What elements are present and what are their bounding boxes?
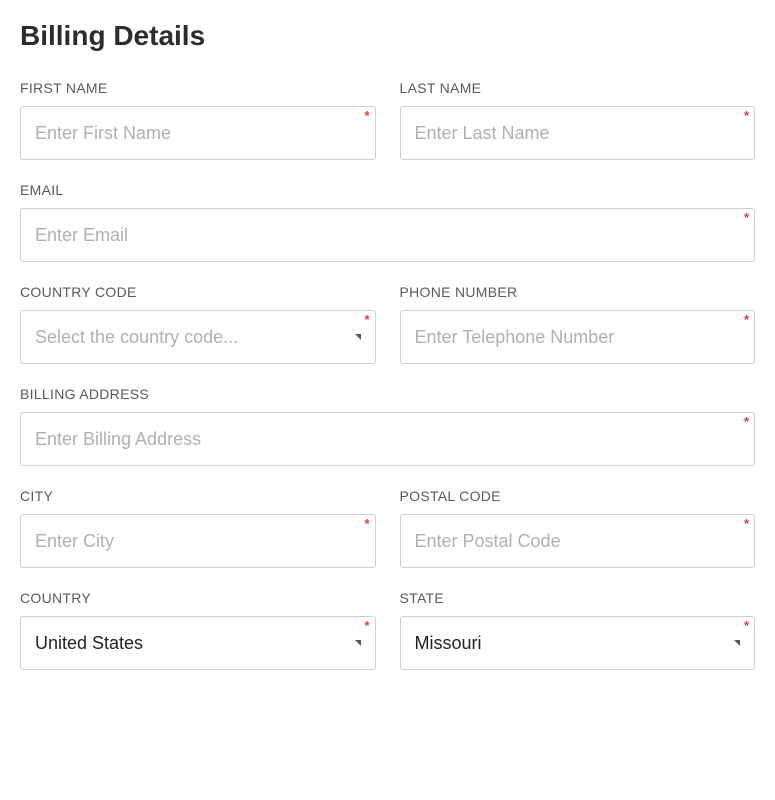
billing-address-field: BILLING ADDRESS * bbox=[20, 386, 755, 466]
country-code-field: COUNTRY CODE * Select the country code..… bbox=[20, 284, 376, 364]
country-select[interactable]: United States bbox=[20, 616, 376, 670]
chevron-down-icon bbox=[355, 334, 361, 340]
last-name-label: LAST NAME bbox=[400, 80, 756, 96]
email-input[interactable] bbox=[20, 208, 755, 262]
billing-address-label: BILLING ADDRESS bbox=[20, 386, 755, 402]
phone-label: PHONE NUMBER bbox=[400, 284, 756, 300]
postal-code-field: POSTAL CODE * bbox=[400, 488, 756, 568]
phone-field: PHONE NUMBER * bbox=[400, 284, 756, 364]
country-label: COUNTRY bbox=[20, 590, 376, 606]
state-value: Missouri bbox=[415, 633, 482, 654]
country-code-select[interactable]: Select the country code... bbox=[20, 310, 376, 364]
country-field: COUNTRY * United States bbox=[20, 590, 376, 670]
state-label: STATE bbox=[400, 590, 756, 606]
city-field: CITY * bbox=[20, 488, 376, 568]
last-name-input[interactable] bbox=[400, 106, 756, 160]
email-field: EMAIL * bbox=[20, 182, 755, 262]
state-select[interactable]: Missouri bbox=[400, 616, 756, 670]
country-value: United States bbox=[35, 633, 143, 654]
city-label: CITY bbox=[20, 488, 376, 504]
country-code-label: COUNTRY CODE bbox=[20, 284, 376, 300]
state-field: STATE * Missouri bbox=[400, 590, 756, 670]
email-label: EMAIL bbox=[20, 182, 755, 198]
first-name-input[interactable] bbox=[20, 106, 376, 160]
city-input[interactable] bbox=[20, 514, 376, 568]
last-name-field: LAST NAME * bbox=[400, 80, 756, 160]
chevron-down-icon bbox=[355, 640, 361, 646]
page-title: Billing Details bbox=[20, 20, 755, 52]
postal-code-input[interactable] bbox=[400, 514, 756, 568]
phone-input[interactable] bbox=[400, 310, 756, 364]
chevron-down-icon bbox=[734, 640, 740, 646]
billing-address-input[interactable] bbox=[20, 412, 755, 466]
postal-code-label: POSTAL CODE bbox=[400, 488, 756, 504]
first-name-field: FIRST NAME * bbox=[20, 80, 376, 160]
first-name-label: FIRST NAME bbox=[20, 80, 376, 96]
country-code-placeholder: Select the country code... bbox=[35, 327, 238, 348]
